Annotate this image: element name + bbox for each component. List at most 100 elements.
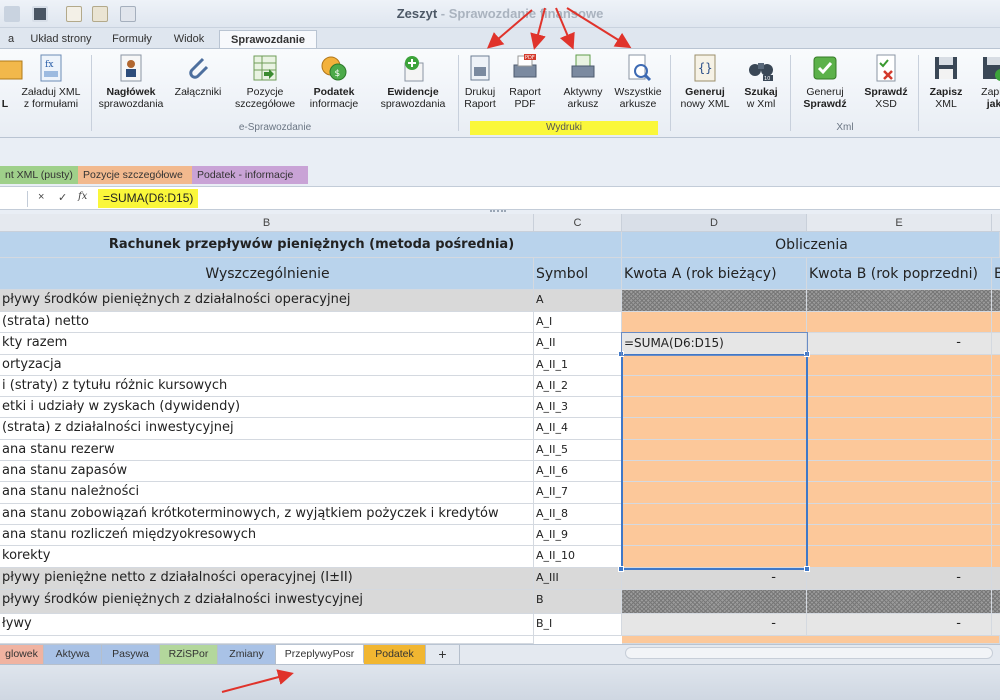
row-amount-a[interactable] [622,397,807,418]
column-header-e[interactable]: E [807,214,992,232]
sheet-strip-tab-tax-info[interactable]: Podatek - informacje [192,166,308,184]
row-col-f[interactable] [992,525,1000,546]
selection-handle[interactable] [804,351,810,357]
row-amount-a[interactable] [622,376,807,397]
pdf-report-button[interactable]: PDF Raport PDF [505,53,545,119]
save-xml-button[interactable]: Zapisz XML [922,53,970,119]
sheet-tab-zmiany[interactable]: Zmiany [218,645,276,664]
add-sheet-button[interactable]: + [426,645,460,664]
confirm-icon[interactable]: ✓ [58,191,67,204]
row-symbol[interactable]: A_II_1 [534,355,622,376]
row-symbol[interactable]: A_II [534,333,622,355]
row-desc[interactable]: ana stanu należności [0,482,534,504]
detailed-items-button[interactable]: Pozycje szczegółowe [232,53,298,119]
sheet-strip-tab-xml-empty[interactable]: nt XML (pusty) [0,166,78,184]
row-col-f[interactable] [992,482,1000,504]
row-amount-a[interactable] [622,546,807,568]
sheet-tab-przeplywyposr[interactable]: PrzeplywyPosr [276,645,364,664]
row-amount-b[interactable] [807,376,992,397]
row-desc[interactable]: (strata) netto [0,312,534,333]
horizontal-scrollbar[interactable] [625,647,993,659]
sheet-tab-naglowek[interactable]: glowek [0,645,44,664]
row-col-f[interactable] [992,290,1000,312]
row-col-f[interactable] [992,614,1000,636]
row-symbol[interactable]: A_II_3 [534,397,622,418]
sheet-tab-aktywa[interactable]: Aktywa [44,645,102,664]
row-amount-b[interactable] [807,482,992,504]
row-col-f[interactable] [992,546,1000,568]
obliczenia-header[interactable]: Obliczenia [622,232,1000,258]
row-partial-amount[interactable] [622,636,1000,644]
row-col-f[interactable] [992,312,1000,333]
row-desc[interactable]: etki i udziały w zyskach (dywidendy) [0,397,534,418]
row-col-f[interactable] [992,461,1000,482]
row-desc[interactable]: ana stanu zobowiązań krótkoterminowych, … [0,504,534,525]
header-symbol[interactable]: Symbol [534,258,622,290]
row-amount-a[interactable] [622,504,807,525]
column-header-d[interactable]: D [622,214,807,232]
row-amount-b[interactable]: - [807,333,992,355]
row-desc[interactable]: ływy [0,614,534,636]
row-desc[interactable]: (strata) z działalności inwestycyjnej [0,418,534,440]
function-icon[interactable]: fx [78,191,87,202]
tab-view[interactable]: Widok [166,30,212,48]
row-symbol[interactable]: A_II_2 [534,376,622,397]
row-symbol[interactable]: A_II_8 [534,504,622,525]
row-amount-b[interactable] [807,590,992,614]
row-desc[interactable]: korekty [0,546,534,568]
row-partial[interactable] [0,636,534,644]
row-symbol[interactable]: A_II_9 [534,525,622,546]
sheet-tab-rzispor[interactable]: RZiSPor [160,645,218,664]
row-amount-a[interactable]: - [622,614,807,636]
row-amount-b[interactable] [807,440,992,461]
row-desc[interactable]: pływy środków pieniężnych z działalności… [0,290,534,312]
row-amount-a[interactable] [622,355,807,376]
selection-handle[interactable] [618,566,624,572]
row-amount-a[interactable] [622,461,807,482]
sheet-strip-tab-detailed-items[interactable]: Pozycje szczegółowe [78,166,192,184]
header-col-f[interactable]: B [992,258,1000,290]
column-header-c[interactable]: C [534,214,622,232]
row-amount-b[interactable]: - [807,614,992,636]
row-amount-b[interactable] [807,504,992,525]
row-amount-b[interactable]: - [807,568,992,590]
save-as-button[interactable]: Zapisjak [974,53,1000,119]
row-amount-b[interactable] [807,312,992,333]
row-col-f[interactable] [992,355,1000,376]
header-amount-b[interactable]: Kwota B (rok poprzedni) [807,258,992,290]
report-header-button[interactable]: Nagłówek sprawozdania [96,53,166,119]
row-symbol[interactable]: A [534,290,622,312]
sheet-tab-pasywa[interactable]: Pasywa [102,645,160,664]
row-amount-a[interactable]: =SUMA(D6:D15) [622,333,807,355]
row-amount-a[interactable]: - [622,568,807,590]
row-col-f[interactable] [992,590,1000,614]
row-amount-b[interactable] [807,546,992,568]
row-amount-a[interactable] [622,440,807,461]
table-title[interactable]: Rachunek przepływów pieniężnych (metoda … [0,232,622,258]
active-sheet-button[interactable]: Aktywny arkusz [557,53,609,119]
row-desc[interactable]: ana stanu zapasów [0,461,534,482]
row-symbol[interactable]: A_I [534,312,622,333]
formula-input[interactable]: =SUMA(D6:D15) [98,189,199,208]
row-amount-b[interactable] [807,290,992,312]
generate-check-button[interactable]: Generuj Sprawdź [794,53,856,119]
selection-fill-handle[interactable] [804,566,810,572]
row-col-f[interactable] [992,568,1000,590]
row-desc[interactable]: ana stanu rezerw [0,440,534,461]
tax-info-button[interactable]: $ Podatek informacje [303,53,365,119]
row-col-f[interactable] [992,440,1000,461]
row-amount-a[interactable] [622,525,807,546]
row-amount-a[interactable] [622,418,807,440]
row-symbol[interactable]: A_II_4 [534,418,622,440]
attachments-button[interactable]: Załączniki [170,53,226,119]
row-amount-b[interactable] [807,461,992,482]
row-desc[interactable]: i (straty) z tytułu różnic kursowych [0,376,534,397]
row-amount-b[interactable] [807,525,992,546]
row-desc[interactable]: kty razem [0,333,534,355]
header-description[interactable]: Wyszczególnienie [0,258,534,290]
header-amount-a[interactable]: Kwota A (rok bieżący) [622,258,807,290]
row-amount-a[interactable] [622,290,807,312]
generate-new-xml-button[interactable]: {} Generuj nowy XML [674,53,736,119]
row-symbol[interactable]: A_II_6 [534,461,622,482]
row-symbol[interactable]: A_III [534,568,622,590]
